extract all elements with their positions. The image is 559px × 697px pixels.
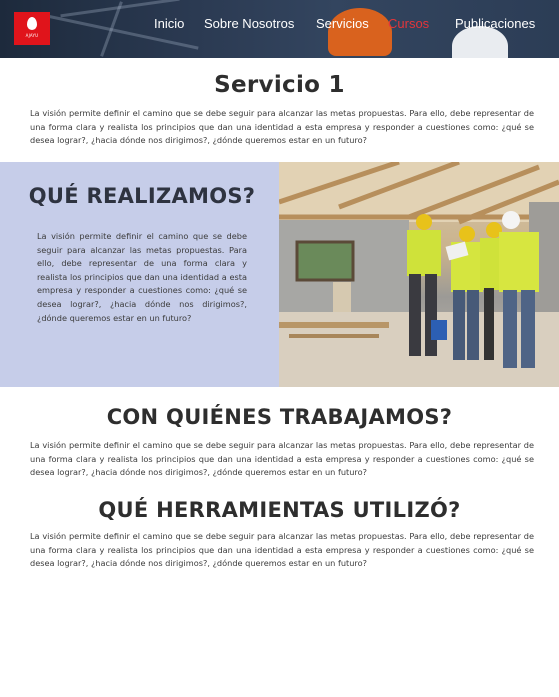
service-title: Servicio 1	[214, 72, 345, 98]
herramientas-description: La visión permite definir el camino que …	[30, 531, 534, 569]
nav-item-inicio[interactable]: Inicio	[154, 16, 184, 31]
nav-item-servicios[interactable]: Servicios	[316, 16, 369, 31]
nav-item-publicaciones[interactable]: Publicaciones	[455, 16, 535, 31]
construction-workers-photo	[279, 162, 559, 387]
trabajamos-title: CON QUIÉNES TRABAJAMOS?	[106, 405, 453, 429]
trabajamos-description: La visión permite definir el camino que …	[30, 440, 534, 478]
nav-item-sobre-nosotros[interactable]: Sobre Nosotros	[204, 16, 294, 31]
nav-item-cursos[interactable]: Cursos	[388, 16, 429, 31]
herramientas-title: QUÉ HERRAMIENTAS UTILIZÓ?	[98, 498, 461, 522]
realizamos-description: La visión permite definir el camino que …	[37, 231, 247, 323]
realizamos-title: QUÉ REALIZAMOS?	[28, 184, 256, 208]
site-header: AJAYU Inicio Sobre Nosotros Servicios Cu…	[0, 0, 559, 58]
service-description: La visión permite definir el camino que …	[30, 108, 534, 146]
main-nav: Inicio Sobre Nosotros Servicios Cursos P…	[0, 16, 559, 34]
